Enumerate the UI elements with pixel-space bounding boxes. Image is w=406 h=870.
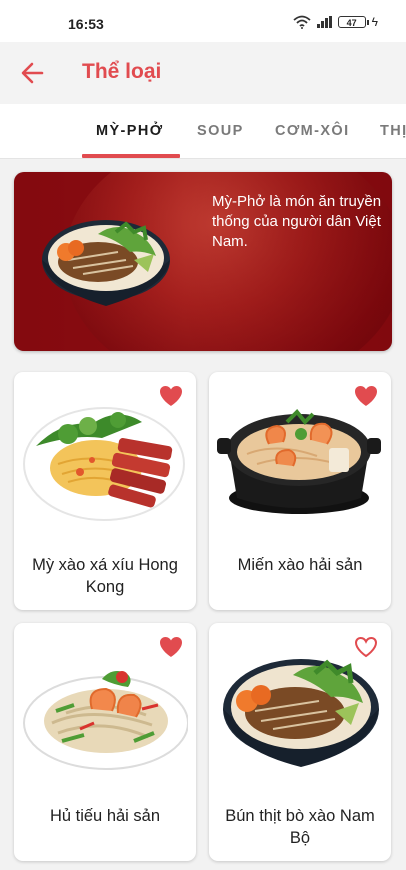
battery-icon: 47 [337,16,369,28]
favorite-heart-icon[interactable] [353,384,379,408]
status-time: 16:53 [68,16,104,32]
category-tabs: MỲ-PHỞ SOUP CƠM-XÔI THỊ [0,104,406,159]
favorite-heart-icon[interactable] [158,635,184,659]
dish-image [217,409,381,514]
wifi-icon [293,15,311,29]
dish-image [223,659,379,767]
dish-card[interactable]: Bún thịt bò xào Nam Bộ [209,623,391,861]
status-bar: 16:53 47 ϟ [0,0,406,42]
tab-soup[interactable]: SOUP [197,123,244,139]
tab-com-xoi[interactable]: CƠM-XÔI [275,123,350,139]
tab-thi[interactable]: THỊ [380,123,406,139]
tab-my-pho[interactable]: MỲ-PHỞ [96,123,164,139]
dish-image [23,671,188,770]
noodle-bowl-image [42,220,170,306]
dish-image [23,407,185,521]
dish-card[interactable]: Miến xào hải sản [209,372,391,610]
favorite-heart-icon[interactable] [158,384,184,408]
app-bar: Thể loại [0,42,406,104]
banner-description: Mỳ-Phở là món ăn truyền thống của người … [212,193,382,250]
dish-name: Miến xào hải sản [237,556,363,574]
page-title: Thể loại [82,60,162,83]
charging-icon: ϟ [371,15,378,29]
dish-card[interactable]: Hủ tiếu hải sản [14,623,196,861]
back-arrow-icon[interactable] [18,58,48,88]
dish-name: Mỳ xào xá xíu Hong Kong [32,556,178,596]
signal-icon [316,16,332,28]
favorite-heart-outline-icon[interactable] [353,635,379,659]
dish-card[interactable]: Mỳ xào xá xíu Hong Kong [14,372,196,610]
dish-name: Bún thịt bò xào Nam Bộ [225,807,375,847]
status-icons: 47 ϟ [293,15,378,29]
category-banner: Mỳ-Phở là món ăn truyền thống của người … [14,172,392,351]
dish-name: Hủ tiếu hải sản [49,807,161,825]
active-tab-indicator [82,154,180,158]
